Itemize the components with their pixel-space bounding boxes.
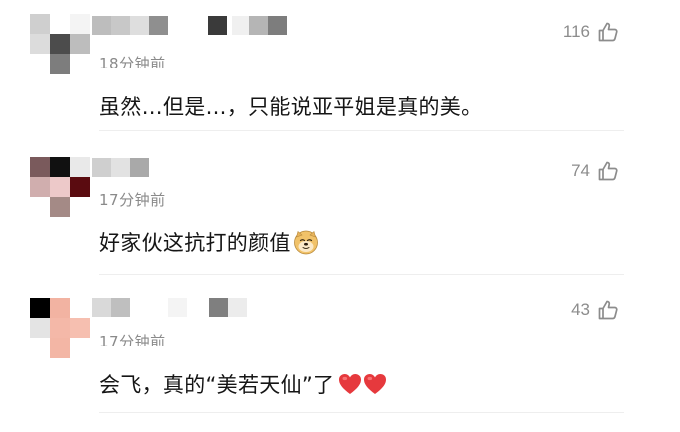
comment-timestamp: 18分钟前 bbox=[99, 56, 166, 68]
username-pixel bbox=[208, 16, 227, 35]
red-heart-icon bbox=[364, 374, 387, 394]
avatar-pixel bbox=[30, 338, 50, 358]
avatar-pixel bbox=[30, 54, 50, 74]
username-pixel bbox=[168, 16, 187, 35]
avatar-pixel bbox=[70, 54, 90, 74]
avatar-pixel bbox=[50, 157, 70, 177]
avatar-pixel bbox=[50, 34, 70, 54]
avatar-pixel bbox=[70, 34, 90, 54]
thumbs-up-icon bbox=[598, 22, 618, 42]
like-button[interactable]: 43 bbox=[571, 298, 620, 322]
avatar-pixel bbox=[30, 157, 50, 177]
comment-timestamp: 17分钟前 bbox=[99, 334, 166, 346]
comment-text: 会飞，真的“美若天仙”了 bbox=[99, 369, 387, 399]
username-pixel bbox=[249, 16, 268, 35]
like-count: 43 bbox=[571, 300, 590, 319]
avatar[interactable] bbox=[30, 14, 92, 76]
thumbs-up-icon bbox=[598, 161, 618, 181]
avatar-pixel bbox=[50, 177, 70, 197]
username-pixel bbox=[92, 298, 111, 317]
username-redacted[interactable] bbox=[92, 298, 312, 320]
comment-item: 17分钟前 会飞，真的“美若天仙”了 43 bbox=[0, 296, 680, 432]
username-pixel bbox=[168, 158, 187, 177]
divider bbox=[99, 130, 624, 131]
username-pixel bbox=[149, 16, 168, 35]
avatar-pixel bbox=[30, 34, 50, 54]
avatar-pixel bbox=[30, 177, 50, 197]
username-pixel bbox=[187, 298, 206, 317]
username-pixel bbox=[266, 298, 285, 317]
comment-text: 好家伙这抗打的颜值 bbox=[99, 227, 319, 257]
username-pixel bbox=[149, 298, 168, 317]
username-pixel bbox=[111, 298, 130, 317]
avatar-pixel bbox=[70, 14, 90, 34]
username-pixel bbox=[130, 298, 149, 317]
avatar-pixel bbox=[50, 197, 70, 217]
divider bbox=[99, 274, 624, 275]
username-pixel bbox=[149, 158, 168, 177]
username-pixel bbox=[209, 298, 228, 317]
username-pixel bbox=[187, 158, 206, 177]
avatar-pixel bbox=[70, 177, 90, 197]
avatar-pixel bbox=[70, 157, 90, 177]
username-pixel bbox=[244, 158, 263, 177]
divider bbox=[99, 412, 624, 413]
avatar-pixel bbox=[70, 298, 90, 318]
username-redacted[interactable] bbox=[92, 158, 312, 180]
avatar-pixel bbox=[70, 338, 90, 358]
username-pixel bbox=[247, 298, 266, 317]
username-pixel bbox=[130, 16, 149, 35]
username-pixel bbox=[228, 298, 247, 317]
comment-text-body: 会飞，真的“美若天仙”了 bbox=[99, 373, 335, 397]
avatar-pixel bbox=[30, 318, 50, 338]
username-pixel bbox=[187, 16, 206, 35]
comment-item: 18分钟前 虽然…但是…，只能说亚平姐是真的美。 116 bbox=[0, 14, 680, 150]
username-pixel bbox=[92, 158, 111, 177]
username-pixel bbox=[268, 16, 287, 35]
comment-text-body: 好家伙这抗打的颜值 bbox=[99, 231, 291, 255]
avatar[interactable] bbox=[30, 157, 92, 219]
username-pixel bbox=[225, 158, 244, 177]
username-pixel bbox=[206, 158, 225, 177]
comment-text: 虽然…但是…，只能说亚平姐是真的美。 bbox=[99, 95, 483, 119]
avatar-pixel bbox=[50, 338, 70, 358]
username-pixel bbox=[263, 158, 282, 177]
avatar-pixel bbox=[70, 318, 90, 338]
avatar-pixel bbox=[30, 298, 50, 318]
comment-timestamp: 17分钟前 bbox=[99, 191, 166, 209]
avatar-pixel bbox=[50, 318, 70, 338]
like-button[interactable]: 74 bbox=[571, 159, 620, 183]
avatar[interactable] bbox=[30, 298, 92, 360]
avatar-pixel bbox=[50, 54, 70, 74]
avatar-pixel bbox=[50, 298, 70, 318]
username-pixel bbox=[111, 16, 130, 35]
avatar-pixel bbox=[30, 14, 50, 34]
like-count: 116 bbox=[562, 22, 590, 41]
avatar-pixel bbox=[70, 197, 90, 217]
like-count: 74 bbox=[571, 161, 590, 180]
username-pixel bbox=[111, 158, 130, 177]
thumbs-up-icon bbox=[598, 300, 618, 320]
doge-icon bbox=[293, 230, 318, 255]
red-heart-icon bbox=[339, 374, 362, 394]
username-pixel bbox=[130, 158, 149, 177]
avatar-pixel bbox=[30, 197, 50, 217]
username-pixel bbox=[168, 298, 187, 317]
username-pixel bbox=[92, 16, 111, 35]
username-redacted[interactable] bbox=[92, 16, 312, 38]
comment-item: 17分钟前 好家伙这抗打的颜值 74 bbox=[0, 155, 680, 291]
avatar-pixel bbox=[50, 14, 70, 34]
like-button[interactable]: 116 bbox=[563, 20, 620, 44]
